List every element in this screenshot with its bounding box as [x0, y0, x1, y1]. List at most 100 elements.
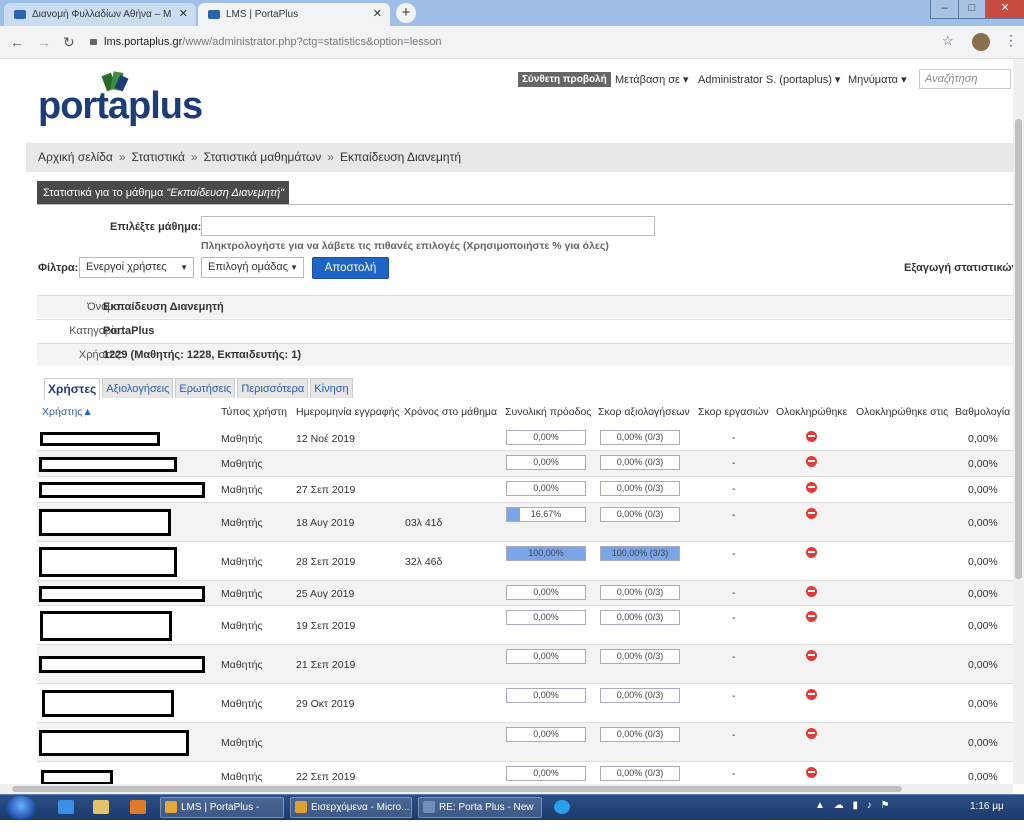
column-header-assessment-score[interactable]: Σκορ αξιολογήσεων — [598, 406, 690, 418]
column-header-task-score[interactable]: Σκορ εργασιών — [698, 406, 769, 418]
redacted-username[interactable] — [40, 611, 172, 641]
user-filter-select[interactable]: Ενεργοί χρήστες ▼ — [79, 257, 194, 278]
taskbar-item-mail[interactable]: RE: Porta Plus - New ... — [418, 797, 542, 832]
back-icon[interactable]: ← — [10, 34, 24, 50]
mail-icon — [423, 801, 435, 813]
tab-questions[interactable]: Ερωτήσεις — [175, 378, 236, 398]
group-select[interactable]: Επιλογή ομάδας ▼ — [201, 257, 304, 278]
tab-users[interactable]: Χρήστες — [44, 378, 101, 400]
column-header-completed-on[interactable]: Ολοκληρώθηκε στις — [856, 406, 948, 418]
new-tab-button[interactable]: + — [396, 3, 416, 23]
close-tab-icon[interactable]: ✕ — [373, 7, 382, 20]
flag-icon[interactable]: ⚑ — [881, 800, 890, 811]
column-header-completed[interactable]: Ολοκληρώθηκε — [776, 406, 847, 418]
redacted-username[interactable] — [39, 656, 205, 673]
overall-progress-bar-label: 0,00% — [533, 483, 559, 493]
volume-icon[interactable]: ♪ — [867, 800, 872, 811]
horizontal-scrollbar[interactable] — [0, 784, 1013, 794]
vertical-scrollbar[interactable] — [1013, 59, 1024, 784]
bookmark-star-icon[interactable]: ☆ — [942, 33, 954, 49]
user-menu[interactable]: Administrator S. (portaplus) ▾ — [698, 73, 840, 86]
export-statistics-link[interactable]: Εξαγωγή στατιστικών — [904, 262, 1018, 274]
overall-progress-bar-label: 100,00% — [528, 548, 564, 558]
browser-tab-title: LMS | PortaPlus — [226, 9, 299, 20]
info-value: 1229 (Μαθητής: 1228, Εκπαιδευτής: 1) — [103, 349, 301, 361]
file-explorer-icon[interactable] — [93, 800, 109, 814]
lesson-search-input[interactable] — [201, 216, 655, 236]
redacted-username[interactable] — [39, 482, 205, 498]
messages-menu[interactable]: Μηνύματα ▾ — [848, 73, 907, 86]
redacted-username[interactable] — [42, 690, 174, 717]
redacted-username[interactable] — [39, 547, 177, 577]
overall-progress-bar-label: 16,67% — [530, 509, 562, 519]
compose-view-button[interactable]: Σύνθετη προβολή — [518, 72, 611, 87]
scrollbar-thumb[interactable] — [12, 786, 902, 792]
redacted-username[interactable] — [39, 457, 177, 472]
breadcrumb-home[interactable]: Αρχική σελίδα — [38, 150, 113, 164]
assessment-score-bar-label: 0,00% (0/3) — [616, 768, 664, 778]
browser-toolbar: ← → ↻ lms.portaplus.gr/www/administrator… — [0, 26, 1024, 59]
table-row: Μαθητής 19 Σεπ 2019 0,00% 0,00% (0/3) - 0,00% — [37, 606, 1013, 645]
minimize-button[interactable]: – — [930, 0, 959, 19]
media-player-icon[interactable] — [130, 800, 146, 814]
network-icon[interactable]: ▮ — [852, 800, 858, 811]
enrollment-date-cell: 25 Αυγ 2019 — [296, 588, 355, 600]
search-input[interactable]: Αναζήτηση — [919, 69, 1011, 89]
submit-button[interactable]: Αποστολή — [312, 257, 389, 279]
tab-more[interactable]: Περισσότερα — [237, 378, 309, 398]
skype-icon[interactable] — [554, 800, 570, 814]
onedrive-icon[interactable]: ☁ — [834, 800, 844, 811]
taskbar-clock[interactable]: 1:16 μμ — [970, 801, 1004, 812]
address-bar[interactable]: lms.portaplus.gr/www/administrator.php?c… — [90, 31, 970, 53]
taskbar-item-outlook[interactable]: Εισερχόμενα - Micro... — [290, 797, 412, 818]
column-header-time-in-lesson[interactable]: Χρόνος στο μάθημα — [404, 406, 497, 418]
redacted-username[interactable] — [41, 770, 113, 785]
close-window-button[interactable]: ✕ — [985, 0, 1024, 19]
forward-icon[interactable]: → — [37, 34, 51, 50]
close-tab-icon[interactable]: ✕ — [179, 7, 188, 20]
maximize-button[interactable]: □ — [958, 0, 986, 19]
overall-progress-bar: 0,00% — [506, 649, 586, 664]
site-logo[interactable]: portaplus — [38, 85, 203, 128]
task-score-cell: - — [732, 457, 736, 469]
browser-tab-2[interactable]: LMS | PortaPlus ✕ — [198, 3, 390, 26]
breadcrumb-separator: » — [327, 150, 334, 164]
profile-avatar[interactable] — [972, 33, 990, 51]
task-score-cell: - — [732, 612, 736, 624]
breadcrumb-statistics[interactable]: Στατιστικά — [132, 150, 185, 164]
internet-explorer-icon[interactable] — [58, 800, 74, 814]
redacted-username[interactable] — [39, 586, 205, 602]
browser-menu-icon[interactable]: ⋮ — [1004, 32, 1018, 49]
reload-icon[interactable]: ↻ — [63, 34, 75, 51]
scrollbar-thumb[interactable] — [1015, 119, 1022, 579]
assessment-score-bar: 0,00% (0/3) — [600, 688, 680, 703]
user-type-cell: Μαθητής — [221, 620, 263, 632]
lesson-select-label: Επιλέξτε μάθημα: — [110, 221, 202, 233]
grade-cell: 0,00% — [968, 484, 998, 496]
panel-title-lesson: "Εκπαίδευση Διανεμητή" — [166, 187, 285, 199]
breadcrumb-current[interactable]: Εκπαίδευση Διανεμητή — [340, 150, 461, 164]
breadcrumb-lesson-statistics[interactable]: Στατιστικά μαθημάτων — [204, 150, 322, 164]
start-button[interactable] — [6, 796, 36, 820]
column-header-user[interactable]: Χρήστης▲ — [42, 406, 93, 418]
redacted-username[interactable] — [39, 509, 171, 536]
redacted-username[interactable] — [40, 432, 160, 446]
assessment-score-bar-label: 100,00% (3/3) — [611, 548, 669, 558]
browser-tab-1[interactable]: Διανομή Φυλλαδίων Αθήνα – Μ ✕ — [4, 3, 196, 26]
tab-traffic[interactable]: Κίνηση — [310, 378, 353, 398]
assessment-score-bar: 0,00% (0/3) — [600, 610, 680, 625]
show-hidden-icons-icon[interactable]: ▲ — [815, 800, 825, 811]
column-header-grade[interactable]: Βαθμολογία — [955, 406, 1010, 418]
assessment-score-bar-label: 0,00% (0/3) — [616, 432, 664, 442]
breadcrumb: Αρχική σελίδα » Στατιστικά » Στατιστικά μαθη… — [26, 143, 1013, 172]
column-header-overall-progress[interactable]: Συνολική πρόοδος — [505, 406, 591, 418]
tab-assessments[interactable]: Αξιολογήσεις — [102, 378, 174, 398]
filter-label: Φίλτρα: — [38, 262, 79, 274]
group-select-value: Επιλογή ομάδας — [208, 261, 289, 273]
taskbar-item-chrome[interactable]: LMS | PortaPlus - Go... — [160, 797, 284, 832]
column-header-user-type[interactable]: Τύπος χρήστη — [221, 406, 287, 418]
not-completed-icon — [806, 547, 817, 558]
column-header-enrollment-date[interactable]: Ημερομηνία εγγραφής — [296, 406, 400, 418]
navigate-to-menu[interactable]: Μετάβαση σε ▾ — [615, 73, 689, 86]
redacted-username[interactable] — [39, 730, 189, 756]
